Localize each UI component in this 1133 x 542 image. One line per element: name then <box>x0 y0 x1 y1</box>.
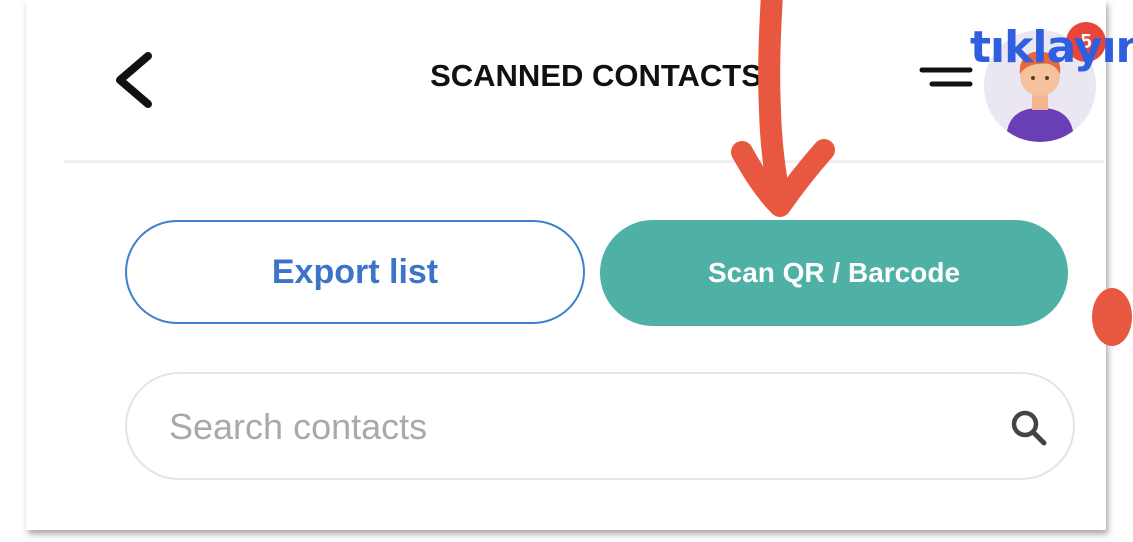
search-button[interactable] <box>1007 406 1051 450</box>
scan-qr-barcode-button[interactable]: Scan QR / Barcode <box>600 220 1068 326</box>
page-title: SCANNED CONTACTS <box>430 58 762 93</box>
search-input[interactable] <box>167 398 951 456</box>
filter-menu-icon <box>919 67 973 87</box>
menu-button[interactable] <box>916 60 976 100</box>
annotation-label: tıklayın <box>970 22 1133 73</box>
export-list-button[interactable]: Export list <box>125 220 585 324</box>
back-button[interactable] <box>106 40 166 120</box>
annotation-blob <box>1092 288 1132 346</box>
search-bar <box>125 372 1075 480</box>
header-divider <box>64 160 1104 163</box>
scanned-contacts-screen: SCANNED CONTACTS 5 Export list Scan QR /… <box>26 0 1106 530</box>
search-icon <box>1011 410 1047 446</box>
screenshot-stage: SCANNED CONTACTS 5 Export list Scan QR /… <box>0 0 1133 542</box>
chevron-left-icon <box>116 52 152 108</box>
